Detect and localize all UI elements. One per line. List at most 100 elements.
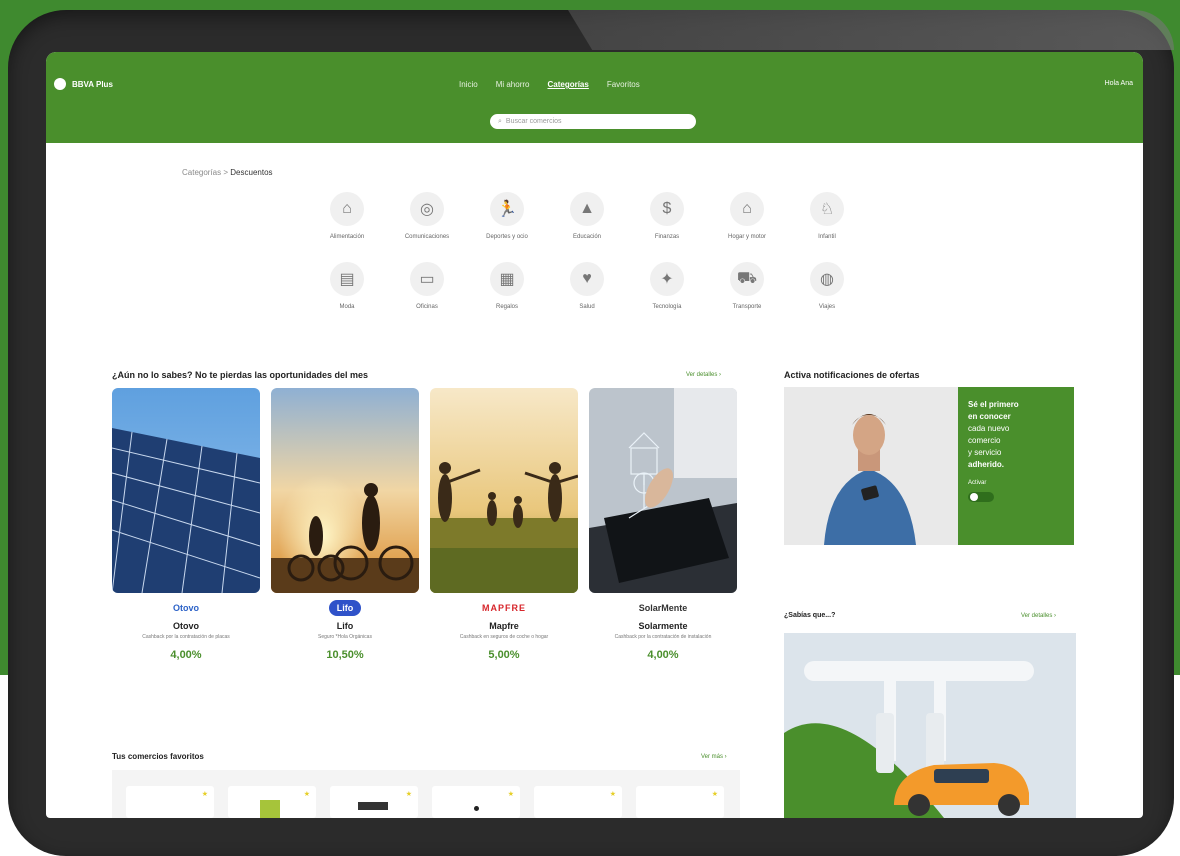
category-hogar[interactable]: ⌂ Hogar y motor — [714, 192, 780, 240]
heart-icon: ♥ — [570, 262, 604, 296]
category-label: Transporte — [732, 304, 762, 310]
favorite-store-card[interactable]: ★ — [432, 786, 520, 818]
category-label: Tecnología — [652, 304, 682, 310]
category-label: Hogar y motor — [727, 234, 766, 240]
category-deportes[interactable]: 🏃 Deportes y ocio — [474, 192, 540, 240]
category-transporte[interactable]: ⛟ Transporte — [714, 262, 780, 310]
category-alimentacion[interactable]: ⌂ Alimentación — [314, 192, 380, 240]
offer-card-otovo[interactable]: Otovo Otovo Cashback por la contratación… — [112, 388, 260, 661]
solar-panels-image — [112, 388, 260, 593]
search-icon: ⌕ — [498, 117, 502, 125]
did-you-know-see-all-link[interactable]: Ver detalles › — [1021, 613, 1056, 619]
category-moda[interactable]: ▤ Moda — [314, 262, 380, 310]
camera-icon: ◎ — [410, 192, 444, 226]
store-logo — [358, 802, 388, 810]
category-regalos[interactable]: ▦ Regalos — [474, 262, 540, 310]
solarmente-logo: SolarMente — [638, 603, 688, 613]
category-viajes[interactable]: ◍ Viajes — [794, 262, 860, 310]
logo-text: BBVA Plus — [72, 79, 113, 89]
user-menu[interactable]: Hola Ana — [1105, 80, 1133, 87]
offer-card-lifo[interactable]: Lifo Lifo Seguro *Hola Orgánicas 10,50% — [271, 388, 419, 661]
breadcrumb-current: Descuentos — [230, 168, 273, 177]
ev-charging-image — [784, 633, 1076, 818]
tablet-screen: BBVA Plus Inicio Mi ahorro Categorías Fa… — [46, 52, 1143, 818]
toggle-label: Activar — [968, 480, 987, 486]
category-educacion[interactable]: ▲ Educación — [554, 192, 620, 240]
search-input[interactable]: ⌕ Buscar comercios — [490, 114, 696, 129]
top-header: BBVA Plus Inicio Mi ahorro Categorías Fa… — [46, 52, 1143, 143]
dollar-icon: $ — [650, 192, 684, 226]
offer-card-mapfre[interactable]: MAPFRE Mapfre Cashback en seguros de coc… — [430, 388, 578, 661]
did-you-know-title: ¿Sabías que...? — [784, 612, 836, 619]
category-comunicaciones[interactable]: ◎ Comunicaciones — [394, 192, 460, 240]
favorite-store-card[interactable]: ★ — [126, 786, 214, 818]
offer-name: Lifo — [336, 621, 354, 631]
category-label: Finanzas — [654, 234, 680, 240]
favorite-store-card[interactable]: ★ — [330, 786, 418, 818]
favorites-row: ★ ★ ★ ★ ★ ★ — [112, 770, 740, 818]
offers-see-all-link[interactable]: Ver detalles › — [686, 372, 721, 378]
category-label: Infantil — [818, 234, 836, 240]
otovo-logo: Otovo — [173, 603, 199, 613]
brand-logo[interactable]: BBVA Plus — [54, 78, 113, 90]
stroller-icon: ♘ — [810, 192, 844, 226]
basket-icon: ⌂ — [330, 192, 364, 226]
offers-title: ¿Aún no lo sabes? No te pierdas las opor… — [112, 370, 369, 380]
offer-rate: 4,00% — [170, 649, 202, 661]
cyclists-sunset-image — [271, 388, 419, 593]
promo-line: cada nuevo — [968, 424, 1010, 433]
category-label: Alimentación — [329, 234, 365, 240]
star-icon[interactable]: ★ — [508, 790, 514, 798]
search-placeholder: Buscar comercios — [505, 118, 562, 125]
store-logo — [474, 806, 479, 811]
clothing-icon: ▤ — [330, 262, 364, 296]
nav-item-mi-ahorro[interactable]: Mi ahorro — [496, 80, 530, 89]
breadcrumb-parent[interactable]: Categorías — [182, 168, 221, 177]
notifications-toggle[interactable] — [968, 492, 994, 502]
star-icon[interactable]: ★ — [610, 790, 616, 798]
promo-line: adherido. — [968, 460, 1005, 469]
nav-item-inicio[interactable]: Inicio — [459, 80, 478, 89]
gift-icon: ▦ — [490, 262, 524, 296]
document-icon: ▭ — [410, 262, 444, 296]
offer-description: Cashback por la contratación de placas — [142, 634, 230, 640]
star-icon[interactable]: ★ — [304, 790, 310, 798]
runner-icon: 🏃 — [490, 192, 524, 226]
star-icon[interactable]: ★ — [202, 790, 208, 798]
favorite-store-card[interactable]: ★ — [636, 786, 724, 818]
category-finanzas[interactable]: $ Finanzas — [634, 192, 700, 240]
category-label: Viajes — [818, 304, 836, 310]
offer-rate: 10,50% — [326, 649, 364, 661]
favorites-see-more-link[interactable]: Ver más › — [701, 754, 727, 760]
nav-item-favoritos[interactable]: Favoritos — [607, 80, 640, 89]
breadcrumb: Categorías > Descuentos — [182, 168, 273, 177]
logo-icon — [54, 78, 66, 90]
offer-rate: 5,00% — [488, 649, 520, 661]
family-field-image — [430, 388, 578, 593]
category-infantil[interactable]: ♘ Infantil — [794, 192, 860, 240]
toggle-knob — [970, 493, 978, 501]
category-label: Educación — [572, 234, 602, 240]
star-icon[interactable]: ★ — [406, 790, 412, 798]
category-oficinas[interactable]: ▭ Oficinas — [394, 262, 460, 310]
offer-rate: 4,00% — [647, 649, 679, 661]
offer-name: Solarmente — [638, 621, 688, 631]
favorite-store-card[interactable]: ★ — [534, 786, 622, 818]
star-icon[interactable]: ★ — [712, 790, 718, 798]
breadcrumb-separator: > — [223, 168, 229, 177]
category-salud[interactable]: ♥ Salud — [554, 262, 620, 310]
promo-line: y servicio — [968, 448, 1002, 457]
promo-line: comercio — [968, 436, 1001, 445]
main-nav: Inicio Mi ahorro Categorías Favoritos — [459, 80, 640, 89]
tablet-frame-highlight — [568, 10, 1174, 50]
lightbulb-icon: ✦ — [650, 262, 684, 296]
nav-item-categorias[interactable]: Categorías — [547, 80, 588, 89]
favorite-store-card[interactable]: ★ — [228, 786, 316, 818]
offer-name: Mapfre — [489, 621, 519, 631]
man-with-phone-image — [784, 387, 958, 545]
offer-card-solarmente[interactable]: SolarMente Solarmente Cashback por la co… — [589, 388, 737, 661]
notifications-title: Activa notificaciones de ofertas — [784, 370, 920, 380]
category-label: Moda — [339, 304, 355, 310]
category-tecnologia[interactable]: ✦ Tecnología — [634, 262, 700, 310]
category-label: Regalos — [495, 304, 518, 310]
